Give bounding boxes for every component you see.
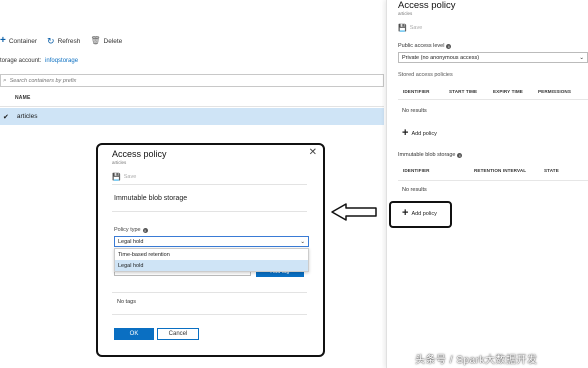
delete-label: Delete xyxy=(103,37,123,45)
immutable-storage-label: Immutable blob storage i xyxy=(398,152,463,158)
info-icon[interactable]: i xyxy=(142,227,148,233)
search-box: ⌕ xyxy=(0,74,384,87)
blade-subtitle: articles xyxy=(398,11,413,16)
policy-type-label: Policy type i xyxy=(114,227,148,233)
storage-account-link[interactable]: infoqstorage xyxy=(45,58,78,64)
chevron-down-icon: ⌄ xyxy=(300,238,305,245)
dialog-subtitle: articles xyxy=(112,160,127,165)
blade-title: Access policy xyxy=(398,0,456,11)
stored-policies-label: Stored access policies xyxy=(398,72,453,78)
option-legal-hold[interactable]: Legal hold xyxy=(115,260,308,271)
blade-save-label: Save xyxy=(409,25,423,31)
divider xyxy=(112,292,307,293)
close-icon[interactable]: ✕ xyxy=(309,147,317,158)
delete-button[interactable]: 🗑 Delete xyxy=(90,36,122,46)
save-icon: 💾 xyxy=(398,25,407,32)
dialog-section-title: Immutable blob storage xyxy=(114,195,188,202)
immutable-label-text: Immutable blob storage xyxy=(398,152,456,158)
storage-account-label: torage account: xyxy=(0,58,42,64)
option-time-based-retention[interactable]: Time-based retention xyxy=(115,249,308,260)
watermark: 头条号 / Spark大数据开发 xyxy=(415,355,538,366)
public-access-select[interactable]: Private (no anonymous access) ⌄ xyxy=(398,52,588,63)
save-icon: 💾 xyxy=(112,174,121,181)
trash-icon: 🗑 xyxy=(90,36,101,45)
access-policy-dialog: Access policy articles ✕ 💾 Save Immutabl… xyxy=(96,143,325,357)
stored-no-results: No results xyxy=(402,108,427,114)
add-container-button[interactable]: + Container xyxy=(0,36,37,46)
stored-col-permissions: PERMISSIONS xyxy=(538,89,572,94)
no-tags-text: No tags xyxy=(117,299,136,305)
policy-type-value: Legal hold xyxy=(118,238,144,245)
access-policy-blade: Access policy articles 💾 Save Public acc… xyxy=(386,0,588,368)
divider xyxy=(398,180,588,181)
policy-type-select[interactable]: Legal hold ⌄ xyxy=(114,236,309,247)
refresh-label: Refresh xyxy=(57,37,81,45)
add-container-label: Container xyxy=(8,37,38,45)
dialog-save-button[interactable]: 💾 Save xyxy=(112,173,136,181)
chevron-down-icon: ⌄ xyxy=(579,54,584,61)
highlight-frame xyxy=(389,201,452,228)
immutable-col-state: STATE xyxy=(544,168,559,173)
name-column-header[interactable]: NAME xyxy=(15,95,31,101)
plus-icon: + xyxy=(0,35,6,46)
cancel-button[interactable]: Cancel xyxy=(157,328,199,340)
storage-account-line: torage account: infoqstorage xyxy=(0,58,78,64)
divider xyxy=(112,184,307,185)
arrow-left-icon xyxy=(331,203,377,221)
info-icon[interactable]: i xyxy=(457,152,463,158)
plus-icon: + xyxy=(402,127,409,139)
immutable-no-results: No results xyxy=(402,187,427,193)
add-policy-label: Add policy xyxy=(411,130,437,137)
divider xyxy=(398,99,588,100)
blade-save-button[interactable]: 💾 Save xyxy=(398,24,422,32)
container-toolbar: + Container ↻ Refresh 🗑 Delete xyxy=(0,36,122,46)
stored-col-identifier: IDENTIFIER xyxy=(403,89,430,94)
refresh-button[interactable]: ↻ Refresh xyxy=(47,36,80,46)
ok-button[interactable]: OK xyxy=(114,328,154,340)
table-row[interactable]: ✔ articles xyxy=(0,108,384,125)
refresh-icon: ↻ xyxy=(47,35,55,46)
add-stored-policy-button[interactable]: + Add policy xyxy=(402,128,437,139)
immutable-col-retention: RETENTION INTERVAL xyxy=(474,168,527,173)
container-name: articles xyxy=(16,113,38,120)
info-icon[interactable]: i xyxy=(446,43,452,49)
public-access-label: Public access level i xyxy=(398,43,452,49)
stored-col-expiry-time: EXPIRY TIME xyxy=(493,89,523,94)
stored-col-start-time: START TIME xyxy=(449,89,478,94)
divider xyxy=(112,314,307,315)
divider xyxy=(112,211,307,212)
public-access-value: Private (no anonymous access) xyxy=(402,54,480,61)
policy-type-options: Time-based retention Legal hold xyxy=(114,248,309,272)
search-input[interactable] xyxy=(9,77,370,84)
public-access-label-text: Public access level xyxy=(398,43,445,49)
dialog-title: Access policy xyxy=(112,149,167,159)
divider xyxy=(0,106,384,107)
policy-type-label-text: Policy type xyxy=(114,227,141,233)
checkmark-icon: ✔ xyxy=(3,113,9,121)
dialog-save-label: Save xyxy=(123,174,137,180)
search-icon: ⌕ xyxy=(3,76,7,84)
immutable-col-identifier: IDENTIFIER xyxy=(403,168,430,173)
